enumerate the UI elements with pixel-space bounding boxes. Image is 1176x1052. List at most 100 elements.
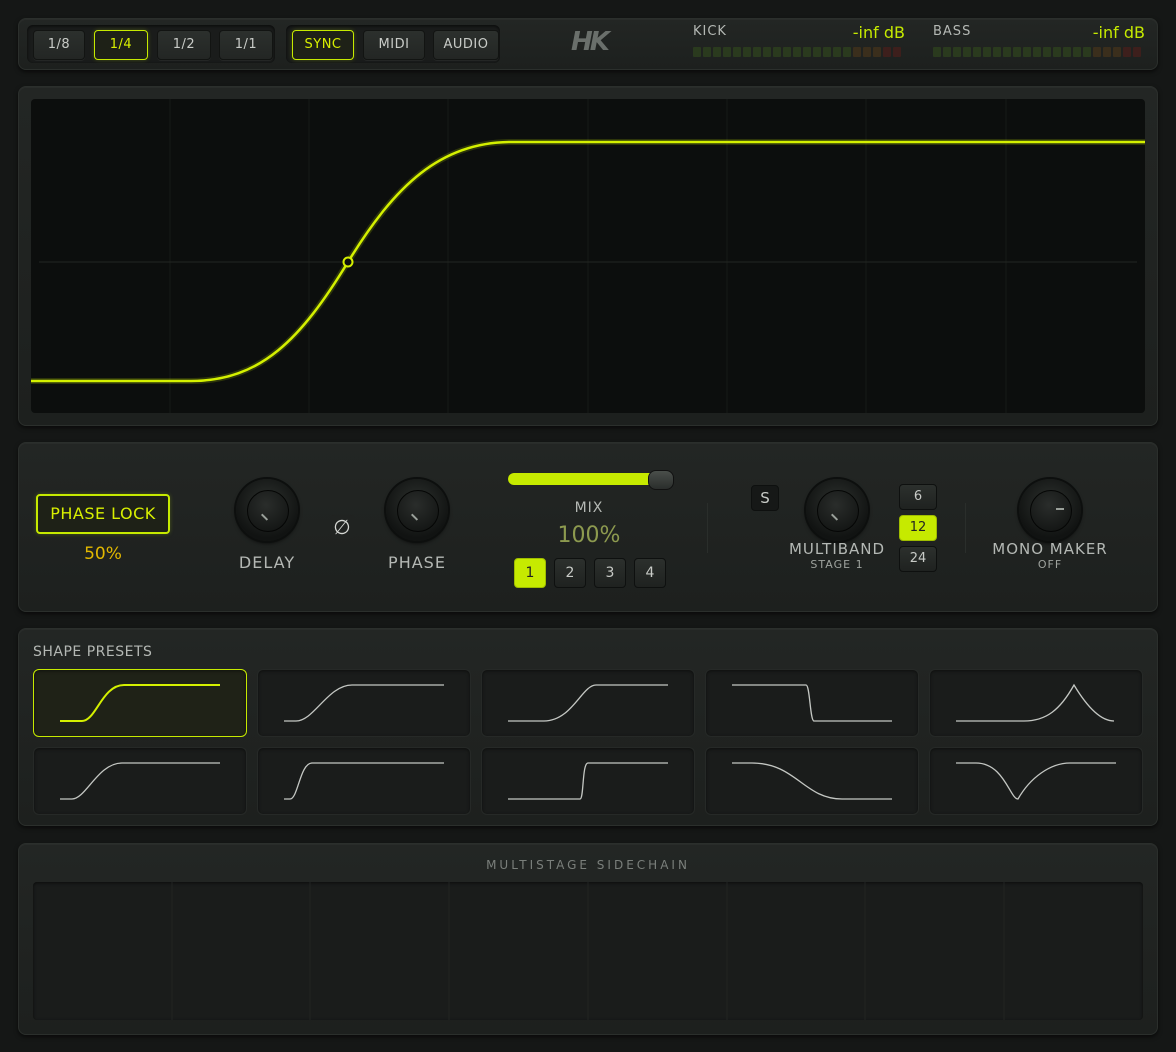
meter-segment <box>733 47 741 57</box>
mix-slider-fill <box>508 473 660 485</box>
meter-segment <box>933 47 941 57</box>
rate-button-1-2[interactable]: 1/2 <box>157 30 211 60</box>
meter-segment <box>953 47 961 57</box>
meter-segment <box>753 47 761 57</box>
meter-segment <box>833 47 841 57</box>
kick-meter-value: -inf dB <box>852 23 905 42</box>
meter-segment <box>1113 47 1121 57</box>
meter-segment <box>1023 47 1031 57</box>
preset-soft-rise[interactable] <box>257 669 471 737</box>
meter-segment <box>873 47 881 57</box>
rate-button-1-8[interactable]: 1/8 <box>33 30 85 60</box>
preset-fall[interactable] <box>705 747 919 815</box>
stage-1-button[interactable]: 1 <box>514 558 546 588</box>
meter-segment <box>1063 47 1071 57</box>
solo-button[interactable]: S <box>751 485 779 511</box>
multiband-stage-label: STAGE 1 <box>810 558 864 571</box>
meter-segment <box>963 47 971 57</box>
meter-segment <box>713 47 721 57</box>
bass-meter-value: -inf dB <box>1092 23 1145 42</box>
bass-meter-label: BASS <box>933 24 972 39</box>
meter-segment <box>1123 47 1131 57</box>
meter-segment <box>853 47 861 57</box>
stage-3-button[interactable]: 3 <box>594 558 626 588</box>
rate-button-1-4[interactable]: 1/4 <box>94 30 148 60</box>
logo: HK <box>571 27 610 57</box>
meter-segment <box>983 47 991 57</box>
meter-segment <box>693 47 701 57</box>
curve-editor[interactable] <box>31 99 1145 413</box>
mono-maker-label: MONO MAKER <box>992 540 1108 558</box>
meter-segment <box>703 47 711 57</box>
slope-6-button[interactable]: 6 <box>899 484 937 510</box>
preset-steep-rise[interactable] <box>33 747 247 815</box>
meter-segment <box>1043 47 1051 57</box>
preset-late-rise[interactable] <box>481 669 695 737</box>
kick-meter-bar <box>693 42 903 61</box>
controls-panel: PHASE LOCK 50% DELAY ∅ PHASE MIX 100% 1 … <box>18 442 1158 612</box>
sync-button[interactable]: SYNC <box>292 30 354 60</box>
preset-fast-rise[interactable] <box>257 747 471 815</box>
divider <box>965 503 966 553</box>
meter-segment <box>863 47 871 57</box>
rate-button-1-1[interactable]: 1/1 <box>219 30 273 60</box>
meter-segment <box>1083 47 1091 57</box>
kick-meter-label: KICK <box>693 24 727 39</box>
multiband-knob[interactable] <box>806 479 868 541</box>
meter-segment <box>943 47 951 57</box>
meter-segment <box>1133 47 1141 57</box>
preset-dip[interactable] <box>929 747 1143 815</box>
meter-segment <box>723 47 731 57</box>
preset-smooth-rise[interactable] <box>33 669 247 737</box>
multistage-display[interactable] <box>33 882 1143 1020</box>
meter-segment <box>823 47 831 57</box>
meter-segment <box>1103 47 1111 57</box>
kick-meter: KICK -inf dB <box>693 23 907 64</box>
phase-invert-icon[interactable]: ∅ <box>330 515 354 539</box>
meter-segment <box>843 47 851 57</box>
phase-label: PHASE <box>388 553 446 572</box>
meter-segment <box>1013 47 1021 57</box>
audio-button[interactable]: AUDIO <box>433 30 499 60</box>
meter-segment <box>973 47 981 57</box>
mix-slider[interactable] <box>508 470 674 490</box>
mono-maker-knob[interactable] <box>1019 479 1081 541</box>
preset-peak[interactable] <box>929 669 1143 737</box>
slope-12-button[interactable]: 12 <box>899 515 937 541</box>
mono-maker-state: OFF <box>1037 558 1063 571</box>
bass-meter-bar <box>933 42 1143 61</box>
multistage-panel: MULTISTAGE SIDECHAIN <box>18 843 1158 1035</box>
delay-knob[interactable] <box>236 479 298 541</box>
mix-label: MIX <box>574 500 604 516</box>
multistage-title: MULTISTAGE SIDECHAIN <box>486 858 690 872</box>
meter-segment <box>883 47 891 57</box>
meter-segment <box>993 47 1001 57</box>
phase-knob[interactable] <box>386 479 448 541</box>
shape-presets-panel: SHAPE PRESETS <box>18 628 1158 826</box>
phase-lock-button[interactable]: PHASE LOCK <box>36 494 170 534</box>
slope-24-button[interactable]: 24 <box>899 546 937 572</box>
meter-segment <box>763 47 771 57</box>
stage-2-button[interactable]: 2 <box>554 558 586 588</box>
divider <box>707 503 708 553</box>
meter-segment <box>1073 47 1081 57</box>
stage-4-button[interactable]: 4 <box>634 558 666 588</box>
meter-segment <box>783 47 791 57</box>
mix-value: 100% <box>557 523 621 548</box>
curve-graph[interactable] <box>31 99 1145 413</box>
mix-slider-thumb[interactable] <box>648 470 674 490</box>
preset-step-rise[interactable] <box>481 747 695 815</box>
midi-button[interactable]: MIDI <box>363 30 425 60</box>
curve-handle <box>342 256 354 268</box>
meter-segment <box>813 47 821 57</box>
multiband-label: MULTIBAND <box>788 540 886 558</box>
delay-label: DELAY <box>238 553 296 572</box>
shape-presets-title: SHAPE PRESETS <box>33 644 153 660</box>
top-bar: 1/8 1/4 1/2 1/1 SYNC MIDI AUDIO HK KICK … <box>18 18 1158 70</box>
meter-segment <box>773 47 781 57</box>
preset-drop[interactable] <box>705 669 919 737</box>
meter-segment <box>893 47 901 57</box>
meter-segment <box>1053 47 1061 57</box>
meter-segment <box>1003 47 1011 57</box>
meter-segment <box>793 47 801 57</box>
